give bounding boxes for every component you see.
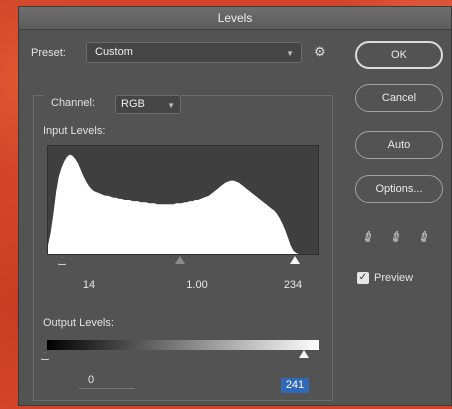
chevron-down-icon: ▼ <box>286 49 294 58</box>
input-white-slider[interactable] <box>290 256 300 264</box>
chevron-down-icon: ▼ <box>167 101 175 110</box>
preset-select[interactable]: Custom ▼ <box>86 42 302 63</box>
input-black-value[interactable]: 14 <box>69 279 109 291</box>
cancel-button[interactable]: Cancel <box>355 84 443 112</box>
window-title: Levels <box>217 11 253 25</box>
channel-select[interactable]: RGB ▼ <box>115 95 181 114</box>
output-low-underline <box>79 388 135 389</box>
gray-point-eyedropper-icon[interactable]: ✐ <box>387 227 406 248</box>
histogram <box>47 145 319 255</box>
histogram-shape <box>48 154 318 254</box>
channel-value: RGB <box>121 98 145 110</box>
title-bar[interactable]: Levels <box>19 7 451 30</box>
input-white-value[interactable]: 234 <box>273 279 313 291</box>
options-button[interactable]: Options... <box>355 175 443 203</box>
output-low-value[interactable]: 0 <box>71 374 111 386</box>
input-levels-label: Input Levels: <box>43 125 106 137</box>
white-point-eyedropper-icon[interactable]: ✐ <box>415 227 434 248</box>
gear-icon[interactable]: ⚙ <box>314 44 326 60</box>
preview-label[interactable]: Preview <box>374 272 413 284</box>
channel-label: Channel: <box>51 97 96 109</box>
preset-value: Custom <box>95 46 133 58</box>
histogram-svg <box>48 154 318 254</box>
output-white-slider[interactable] <box>299 350 309 358</box>
output-levels-label: Output Levels: <box>43 317 114 329</box>
output-gradient-bar <box>47 340 319 350</box>
input-gamma-slider[interactable] <box>175 256 185 264</box>
input-gamma-value[interactable]: 1.00 <box>177 279 217 291</box>
black-point-eyedropper-icon[interactable]: ✐ <box>359 227 378 248</box>
auto-button[interactable]: Auto <box>355 131 443 159</box>
ok-button[interactable]: OK <box>355 41 443 69</box>
output-high-value[interactable]: 241 <box>281 378 309 393</box>
levels-dialog: Levels Preset: Custom ▼ ⚙ Channel: RGB ▼… <box>18 6 452 406</box>
preview-checkbox[interactable]: ✓ <box>357 272 369 284</box>
preset-label: Preset: <box>31 47 66 59</box>
